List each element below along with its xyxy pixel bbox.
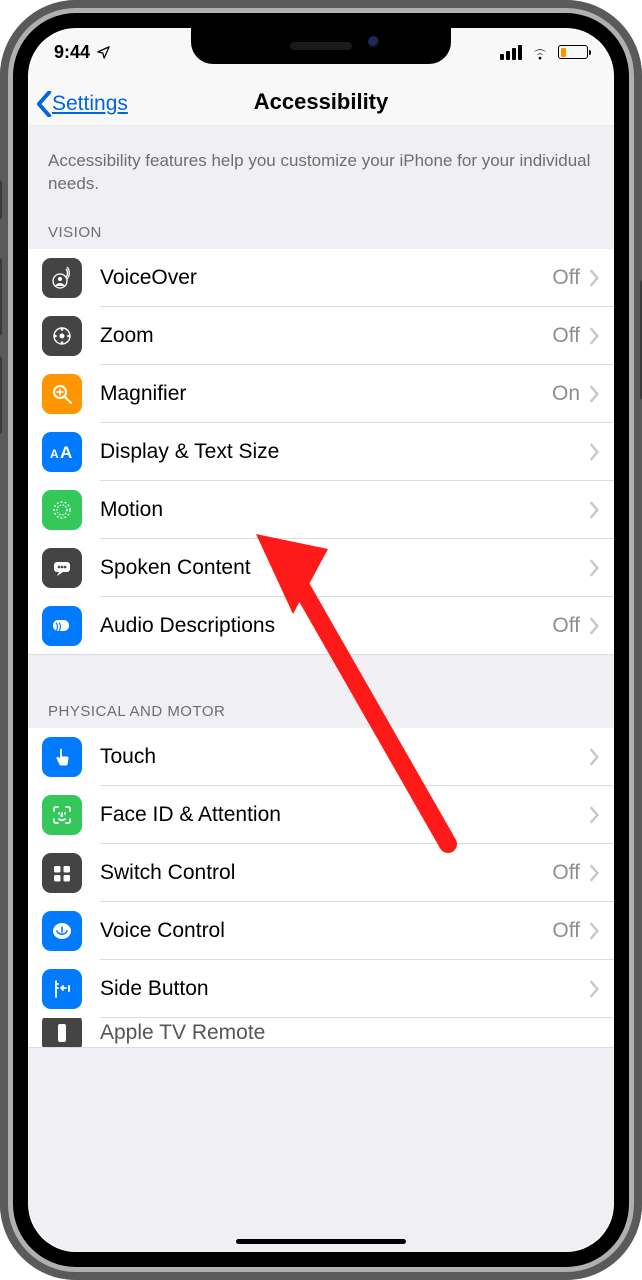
row-motion[interactable]: Motion xyxy=(28,481,614,539)
row-zoom[interactable]: Zoom Off xyxy=(28,307,614,365)
row-apple-tv-remote[interactable]: Apple TV Remote xyxy=(28,1018,614,1048)
section-header-vision: VISION xyxy=(28,206,614,249)
svg-text:A: A xyxy=(50,447,59,461)
row-label: Side Button xyxy=(100,977,580,1001)
chevron-right-icon xyxy=(588,559,600,577)
row-switch-control[interactable]: Switch Control Off xyxy=(28,844,614,902)
settings-content[interactable]: Accessibility features help you customiz… xyxy=(28,126,614,1252)
intro-text: Accessibility features help you customiz… xyxy=(28,126,614,206)
chevron-right-icon xyxy=(588,748,600,766)
faceid-icon xyxy=(42,795,82,835)
svg-text:)): )) xyxy=(56,621,62,631)
row-label: Touch xyxy=(100,745,580,769)
notch xyxy=(191,28,451,64)
row-value: Off xyxy=(552,324,580,348)
chevron-right-icon xyxy=(588,806,600,824)
row-label: Magnifier xyxy=(100,382,552,406)
mute-switch xyxy=(0,180,2,220)
volume-down-button xyxy=(0,356,2,434)
chevron-right-icon xyxy=(588,864,600,882)
row-magnifier[interactable]: Magnifier On xyxy=(28,365,614,423)
screen: 9:44 Settings Accessibility Accessibilit… xyxy=(28,28,614,1252)
switch-control-icon xyxy=(42,853,82,893)
row-voiceover[interactable]: VoiceOver Off xyxy=(28,249,614,307)
physical-list: Touch Face ID & Attention xyxy=(28,728,614,1048)
row-label: Spoken Content xyxy=(100,556,580,580)
row-label: Apple TV Remote xyxy=(100,1021,600,1045)
volume-up-button xyxy=(0,258,2,336)
chevron-right-icon xyxy=(588,327,600,345)
cellular-signal-icon xyxy=(500,45,522,60)
chevron-right-icon xyxy=(588,980,600,998)
row-side-button[interactable]: Side Button xyxy=(28,960,614,1018)
row-spoken-content[interactable]: Spoken Content xyxy=(28,539,614,597)
chevron-right-icon xyxy=(588,269,600,287)
row-value: Off xyxy=(552,861,580,885)
row-label: Display & Text Size xyxy=(100,440,580,464)
row-value: Off xyxy=(552,614,580,638)
row-audio-descriptions[interactable]: )) Audio Descriptions Off xyxy=(28,597,614,655)
row-display-text-size[interactable]: AA Display & Text Size xyxy=(28,423,614,481)
apple-tv-remote-icon xyxy=(42,1018,82,1048)
battery-icon xyxy=(558,45,588,59)
magnifier-icon xyxy=(42,374,82,414)
zoom-icon xyxy=(42,316,82,356)
wifi-icon xyxy=(530,45,550,60)
voice-control-icon xyxy=(42,911,82,951)
page-title: Accessibility xyxy=(254,89,389,115)
voiceover-icon xyxy=(42,258,82,298)
row-value: Off xyxy=(552,266,580,290)
status-time: 9:44 xyxy=(54,42,90,63)
row-touch[interactable]: Touch xyxy=(28,728,614,786)
row-label: Zoom xyxy=(100,324,552,348)
row-label: Voice Control xyxy=(100,919,552,943)
text-size-icon: AA xyxy=(42,432,82,472)
vision-list: VoiceOver Off Zoom Off xyxy=(28,249,614,655)
row-label: Motion xyxy=(100,498,580,522)
row-value: On xyxy=(552,382,580,406)
row-label: Switch Control xyxy=(100,861,552,885)
chevron-right-icon xyxy=(588,617,600,635)
location-icon xyxy=(96,45,111,60)
section-header-physical: PHYSICAL AND MOTOR xyxy=(28,685,614,728)
row-label: Audio Descriptions xyxy=(100,614,552,638)
iphone-device-frame: 9:44 Settings Accessibility Accessibilit… xyxy=(0,0,642,1280)
row-faceid[interactable]: Face ID & Attention xyxy=(28,786,614,844)
row-value: Off xyxy=(552,919,580,943)
chevron-right-icon xyxy=(588,385,600,403)
chevron-right-icon xyxy=(588,443,600,461)
row-voice-control[interactable]: Voice Control Off xyxy=(28,902,614,960)
row-label: VoiceOver xyxy=(100,266,552,290)
motion-icon xyxy=(42,490,82,530)
touch-icon xyxy=(42,737,82,777)
home-indicator[interactable] xyxy=(236,1239,406,1244)
audio-descriptions-icon: )) xyxy=(42,606,82,646)
row-label: Face ID & Attention xyxy=(100,803,580,827)
chevron-right-icon xyxy=(588,922,600,940)
spoken-content-icon xyxy=(42,548,82,588)
side-button-icon xyxy=(42,969,82,1009)
svg-text:A: A xyxy=(60,443,72,462)
chevron-right-icon xyxy=(588,501,600,519)
